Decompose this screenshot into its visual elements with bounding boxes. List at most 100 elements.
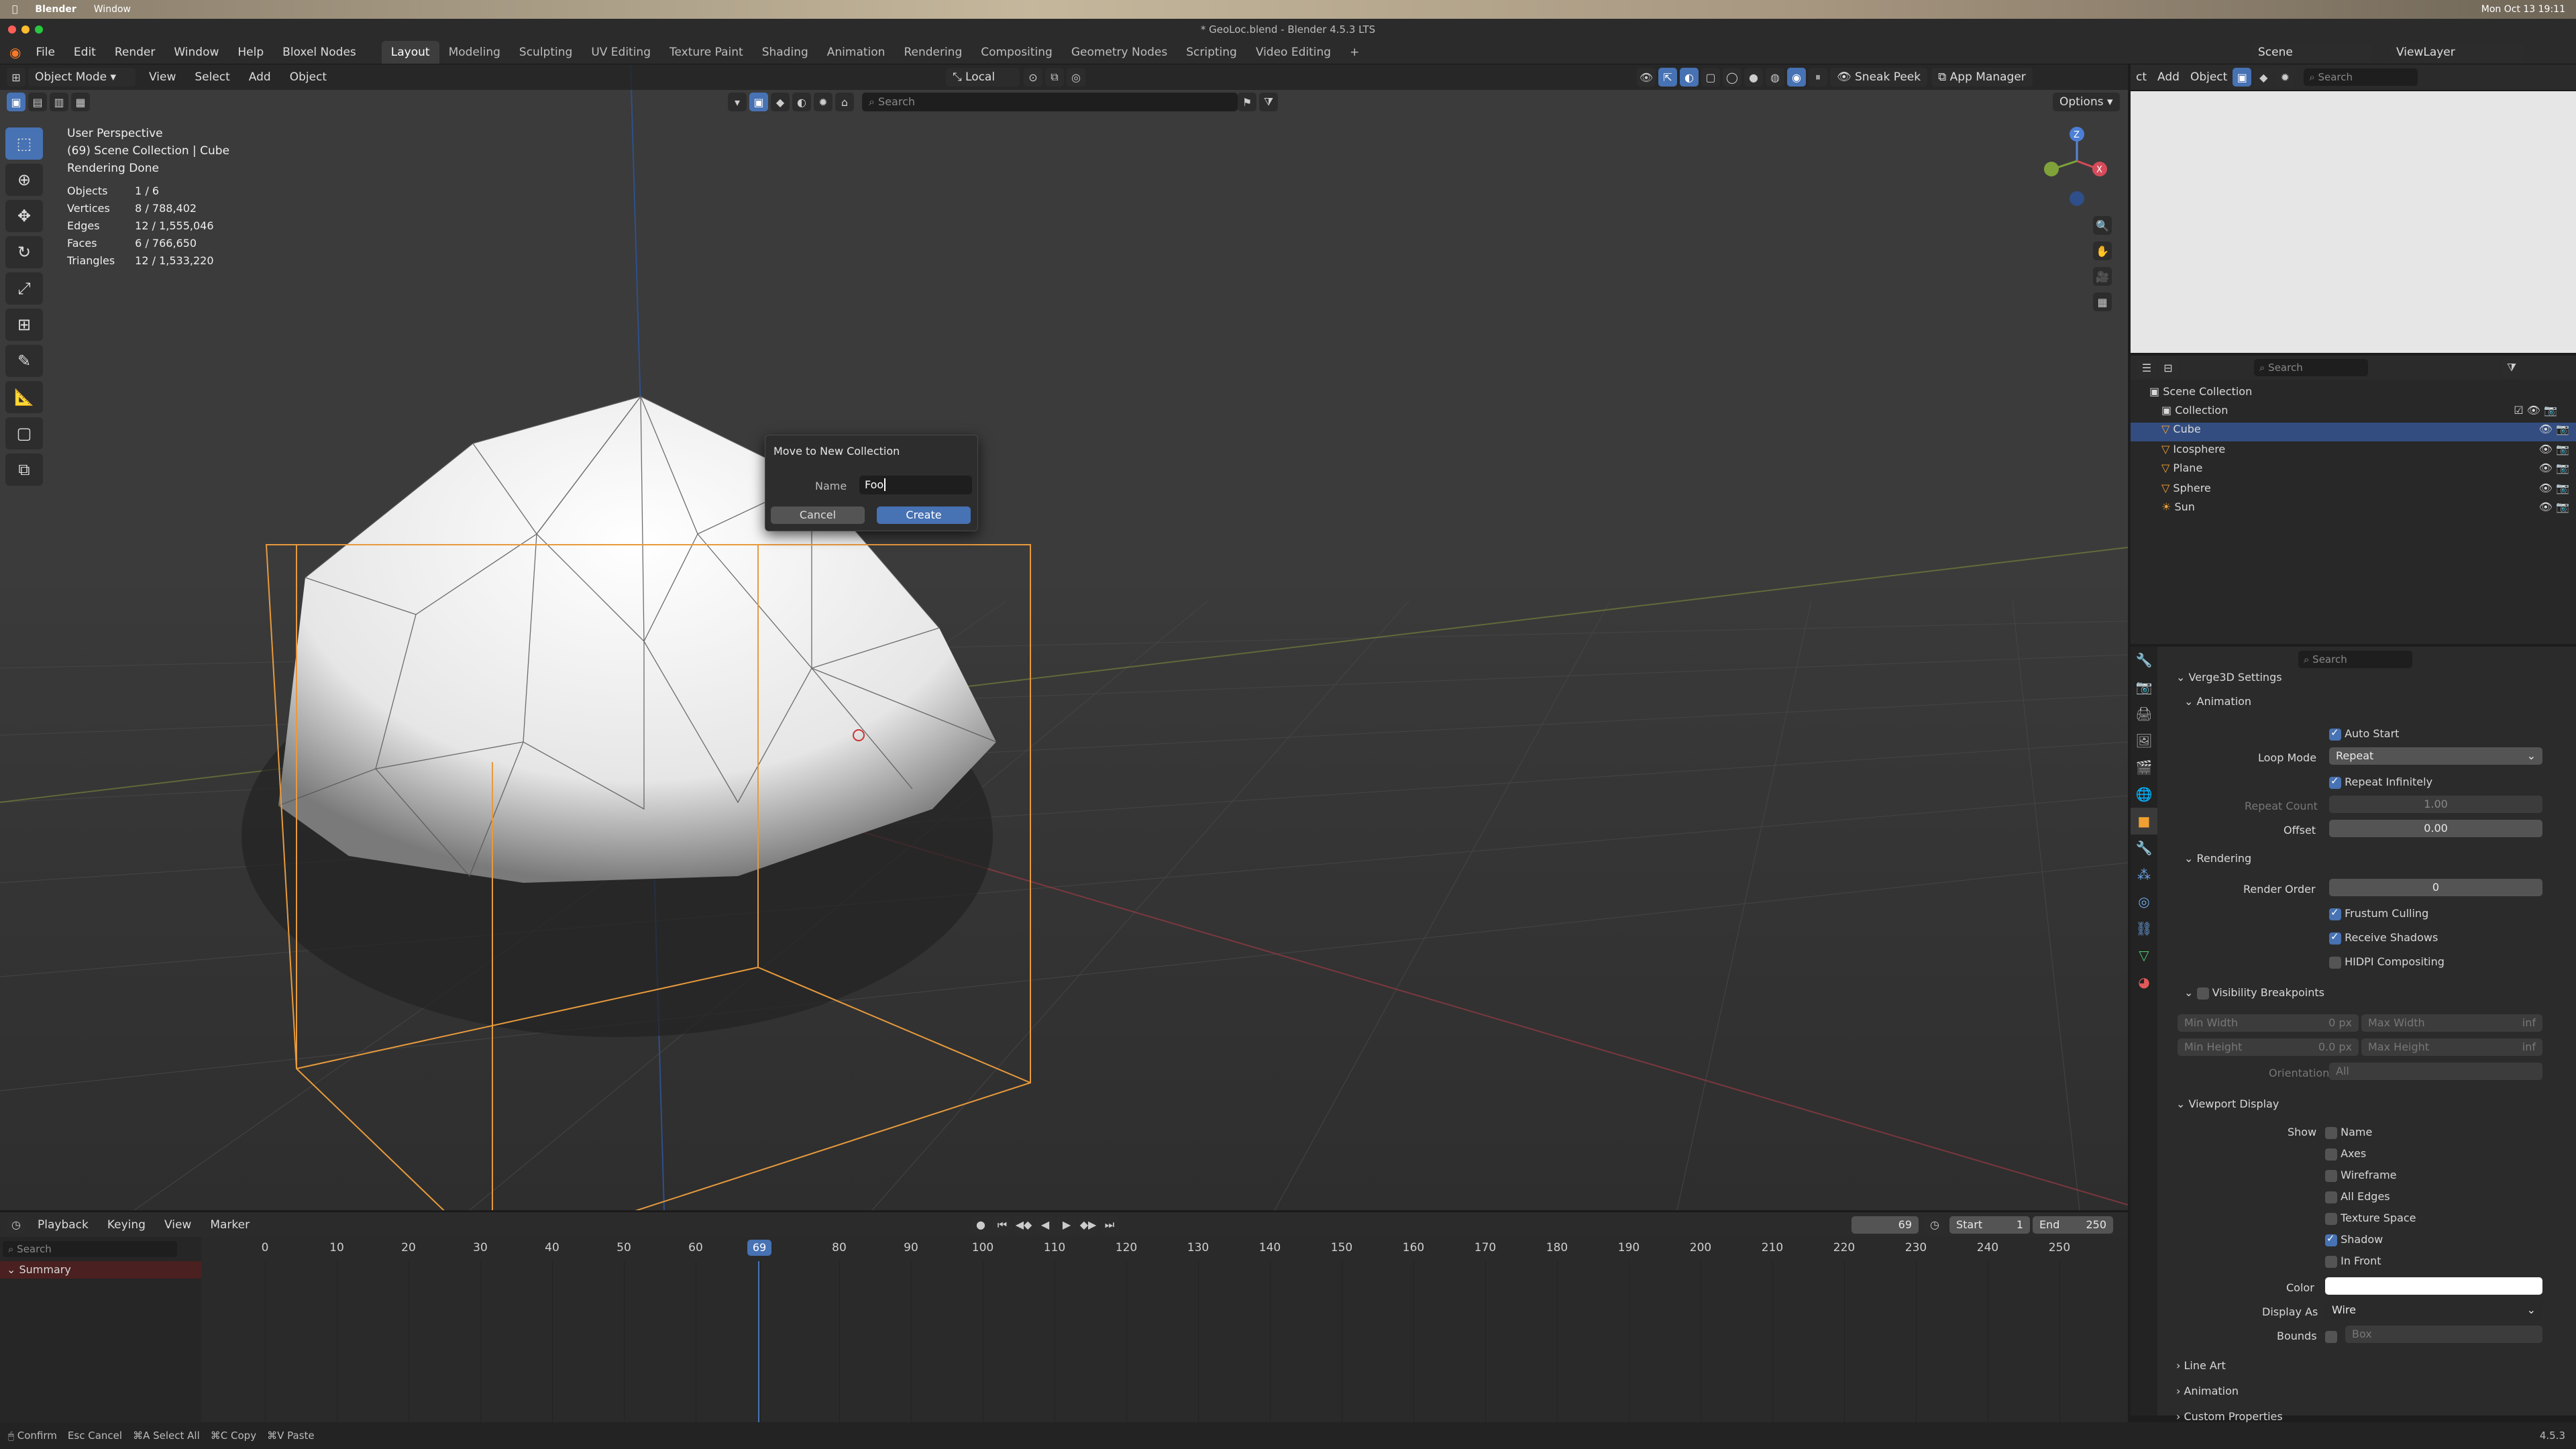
select-box-icon[interactable]: ▣ <box>7 93 25 111</box>
plane-visibility-icons[interactable]: 👁 📷 <box>2539 462 2569 474</box>
preview-filter-icon[interactable]: ◆ <box>2254 68 2273 87</box>
scene-tab-icon[interactable]: 🎬 <box>2131 754 2157 781</box>
bounds-dropdown[interactable]: Box <box>2345 1326 2542 1343</box>
outliner-item-cube[interactable]: ▽ Cube 👁 📷 <box>2131 423 2576 441</box>
menu-window[interactable]: Window <box>164 40 228 64</box>
preview-menu-add[interactable]: Add <box>2152 65 2185 89</box>
constraints-tab-icon[interactable]: ⛓ <box>2131 915 2157 942</box>
min-height-field[interactable]: Min Height 0.0 px <box>2178 1038 2359 1056</box>
create-button[interactable]: Create <box>877 506 971 524</box>
repeat-infinitely-checkbox[interactable]: Repeat Infinitely <box>2329 775 2576 798</box>
playhead-line[interactable] <box>758 1261 759 1422</box>
tab-animation[interactable]: Animation <box>818 41 895 64</box>
extra-tool-icon[interactable]: ⧉ <box>5 453 43 486</box>
preview-light-icon[interactable]: ✹ <box>2275 68 2295 87</box>
menu-render[interactable]: Render <box>105 40 165 64</box>
shading-material-icon[interactable]: ◍ <box>1766 68 1784 87</box>
tab-layout[interactable]: Layout <box>381 41 439 64</box>
sun-visibility-icons[interactable]: 👁 📷 <box>2539 500 2569 513</box>
collection-row[interactable]: ▣ Collection ☑ 👁 📷 <box>2161 404 2564 417</box>
filter-camera-icon[interactable]: ⌂ <box>835 93 854 111</box>
tab-texture-paint[interactable]: Texture Paint <box>660 41 753 64</box>
show-in-front-checkbox[interactable]: In Front <box>2325 1254 2576 1277</box>
orientation-dropdown[interactable]: All <box>2329 1063 2542 1080</box>
viewport-menu-view[interactable]: View <box>140 65 185 89</box>
properties-search-input[interactable]: ⌕ Search <box>2298 651 2412 668</box>
jump-end-icon[interactable]: ⏭ <box>1100 1215 1119 1234</box>
timeline-menu-view[interactable]: View <box>155 1213 201 1237</box>
material-tab-icon[interactable]: ◕ <box>2131 969 2157 996</box>
blender-logo-icon[interactable]: ◉ <box>9 44 21 60</box>
zoom-icon[interactable]: 🔍 <box>2093 216 2112 235</box>
tab-scripting[interactable]: Scripting <box>1177 41 1246 64</box>
apple-icon[interactable]:  <box>12 4 17 15</box>
timeline-menu-keying[interactable]: Keying <box>98 1213 155 1237</box>
scale-tool-icon[interactable]: ⤢ <box>5 272 43 305</box>
viewport-menu-add[interactable]: Add <box>239 65 280 89</box>
rotate-tool-icon[interactable]: ↻ <box>5 236 43 268</box>
shading-rendered-icon[interactable]: ◉ <box>1787 68 1806 87</box>
tab-compositing[interactable]: Compositing <box>971 41 1062 64</box>
editor-type-icon[interactable]: ⊞ <box>7 68 25 87</box>
outliner-search-input[interactable]: ⌕ Search <box>2254 359 2368 376</box>
shading-solid-icon[interactable]: ● <box>1744 68 1763 87</box>
show-shadow-checkbox[interactable]: Shadow <box>2325 1232 2576 1256</box>
select-subtract-icon[interactable]: ▥ <box>50 93 68 111</box>
viewport-search-input[interactable]: ⌕ Search <box>862 93 1238 111</box>
outliner-item-plane[interactable]: ▽ Plane 👁 📷 <box>2131 462 2576 480</box>
outliner-item-sun[interactable]: ☀ Sun 👁 📷 <box>2131 500 2576 519</box>
xray-icon[interactable]: ▢ <box>1701 68 1720 87</box>
sphere-visibility-icons[interactable]: 👁 📷 <box>2539 482 2569 494</box>
min-width-field[interactable]: Min Width 0 px <box>2178 1014 2359 1032</box>
ortho-grid-icon[interactable]: ▦ <box>2093 292 2112 311</box>
render-preview-panel[interactable] <box>2131 91 2576 353</box>
current-frame-field[interactable]: 69 <box>1851 1216 1919 1234</box>
start-frame-field[interactable]: Start 1 <box>1949 1216 2030 1234</box>
tab-geometry-nodes[interactable]: Geometry Nodes <box>1062 41 1177 64</box>
play-icon[interactable]: ▶ <box>1057 1215 1076 1234</box>
menu-bloxel-nodes[interactable]: Bloxel Nodes <box>273 40 366 64</box>
timeline-menu-playback[interactable]: Playback <box>28 1213 98 1237</box>
output-tab-icon[interactable]: 🖨 <box>2131 700 2157 727</box>
gizmo-icon[interactable]: ⇱ <box>1658 68 1677 87</box>
collection-visibility-icons[interactable]: ☑ 👁 📷 <box>2514 404 2557 417</box>
playhead-frame-badge[interactable]: 69 <box>747 1240 771 1256</box>
render-tab-icon[interactable]: 📷 <box>2131 674 2157 700</box>
transform-tool-icon[interactable]: ⊞ <box>5 309 43 341</box>
render-order-field[interactable]: 0 <box>2329 879 2542 896</box>
transform-orientation-dropdown[interactable]: ⤡ Local <box>946 68 1020 87</box>
3d-viewport[interactable] <box>0 64 2128 1210</box>
cancel-button[interactable]: Cancel <box>771 506 865 524</box>
filter-funnel-icon[interactable]: ⧩ <box>1259 93 1278 111</box>
play-reverse-icon[interactable]: ◀ <box>1036 1215 1055 1234</box>
filter-object-icon[interactable]: ▣ <box>749 93 768 111</box>
timeline-menu-marker[interactable]: Marker <box>201 1213 259 1237</box>
animation-subpanel-header[interactable]: ⌄ Animation <box>2184 695 2576 718</box>
tab-sculpting[interactable]: Sculpting <box>510 41 582 64</box>
outliner-display-mode-icon[interactable]: ⊟ <box>2159 358 2178 377</box>
hidpi-compositing-checkbox[interactable]: HIDPI Compositing <box>2329 955 2576 978</box>
visibility-icon[interactable]: 👁 <box>1637 68 1656 87</box>
proportional-edit-icon[interactable]: ◎ <box>1067 68 1085 87</box>
modifier-tab-icon[interactable]: 🔧 <box>2131 835 2157 861</box>
prev-keyframe-icon[interactable]: ◀◆ <box>1014 1215 1033 1234</box>
color-swatch[interactable] <box>2325 1277 2542 1295</box>
tab-modeling[interactable]: Modeling <box>439 41 510 64</box>
auto-keying-icon[interactable]: ● <box>971 1215 990 1234</box>
tab-rendering[interactable]: Rendering <box>894 41 971 64</box>
receive-shadows-checkbox[interactable]: Receive Shadows <box>2329 930 2576 954</box>
line-art-header[interactable]: › Line Art <box>2176 1359 2576 1382</box>
max-width-field[interactable]: Max Width inf <box>2361 1014 2542 1032</box>
viewport-display-header[interactable]: ⌄ Viewport Display <box>2176 1097 2576 1120</box>
display-as-dropdown[interactable]: Wire ⌄ <box>2325 1301 2542 1319</box>
physics-tab-icon[interactable]: ◎ <box>2131 888 2157 915</box>
loop-mode-dropdown[interactable]: Repeat ⌄ <box>2329 747 2542 765</box>
snap-icon[interactable]: ⧉ <box>1045 68 1064 87</box>
scene-collection-row[interactable]: ▣ Scene Collection <box>2149 385 2252 398</box>
next-keyframe-icon[interactable]: ◆▶ <box>1079 1215 1097 1234</box>
offset-field[interactable]: 0.00 <box>2329 820 2542 837</box>
mac-menu-window[interactable]: Window <box>94 4 131 15</box>
filter-mesh-icon[interactable]: ◆ <box>771 93 790 111</box>
show-wireframe-checkbox[interactable]: Wireframe <box>2325 1169 2576 1191</box>
repeat-count-field[interactable]: 1.00 <box>2329 796 2542 813</box>
